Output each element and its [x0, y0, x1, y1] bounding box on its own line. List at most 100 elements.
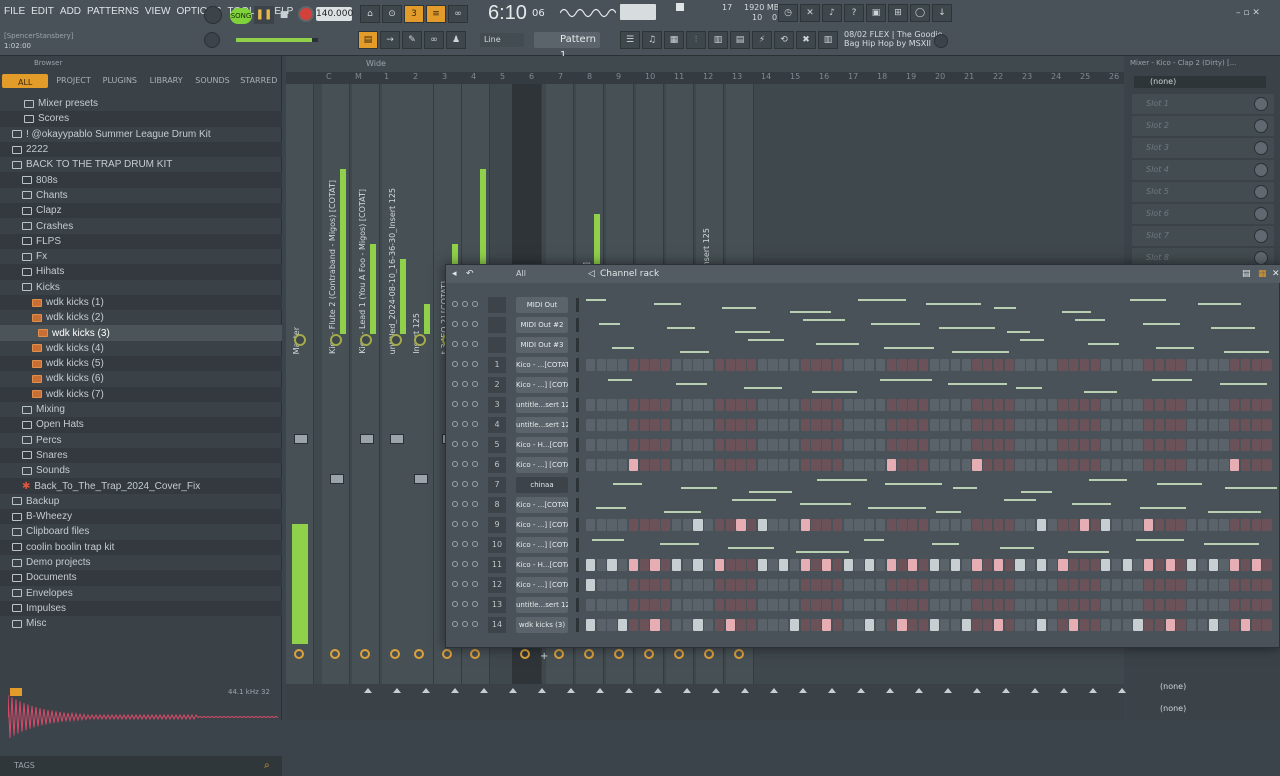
menu-view[interactable]: VIEW: [145, 6, 171, 17]
step-button[interactable]: [1154, 519, 1165, 531]
step-button[interactable]: [1122, 459, 1132, 471]
mute-led-icon[interactable]: [452, 441, 458, 447]
step-button[interactable]: [1026, 599, 1036, 611]
step-button[interactable]: [1004, 359, 1014, 371]
volume-knob-icon[interactable]: [472, 621, 478, 627]
slot-mix-knob[interactable]: [1254, 163, 1268, 177]
step-button[interactable]: [983, 599, 993, 611]
step-button[interactable]: [983, 419, 993, 431]
step-button[interactable]: [908, 619, 918, 631]
step-button[interactable]: [993, 399, 1004, 411]
step-button[interactable]: [1165, 559, 1175, 571]
step-button[interactable]: [639, 459, 649, 471]
step-button[interactable]: [908, 419, 918, 431]
back-icon[interactable]: ◂: [452, 265, 457, 283]
step-button[interactable]: [929, 519, 939, 531]
step-button[interactable]: [628, 399, 639, 411]
route-knob[interactable]: [330, 649, 340, 659]
browser-item[interactable]: Fx: [0, 249, 282, 264]
step-button[interactable]: [832, 419, 843, 431]
step-button[interactable]: [908, 439, 918, 451]
step-button[interactable]: [1251, 559, 1261, 571]
step-button[interactable]: [1079, 399, 1090, 411]
browser-item[interactable]: ✱ Back_To_The_Trap_2024_Cover_Fix: [0, 478, 282, 494]
step-button[interactable]: [950, 599, 961, 611]
slot-mix-knob[interactable]: [1254, 97, 1268, 111]
step-button[interactable]: [1133, 439, 1143, 451]
step-button[interactable]: [843, 599, 853, 611]
volume-knob-icon[interactable]: [472, 581, 478, 587]
mixer-track-number[interactable]: 7: [488, 477, 506, 493]
step-button[interactable]: [1122, 619, 1132, 631]
step-button[interactable]: [1219, 399, 1229, 411]
step-button[interactable]: [865, 619, 875, 631]
step-button[interactable]: [639, 359, 649, 371]
step-button[interactable]: [586, 459, 596, 471]
step-button[interactable]: [661, 399, 671, 411]
step-button[interactable]: [1069, 399, 1079, 411]
step-button[interactable]: [1047, 619, 1057, 631]
step-button[interactable]: [918, 579, 928, 591]
step-button[interactable]: [1004, 559, 1014, 571]
step-button[interactable]: [586, 559, 596, 571]
step-button[interactable]: [1154, 419, 1165, 431]
step-button[interactable]: [1176, 359, 1186, 371]
step-button[interactable]: [671, 439, 682, 451]
slot-mix-knob[interactable]: [1254, 207, 1268, 221]
step-button[interactable]: [714, 399, 725, 411]
step-button[interactable]: [875, 359, 886, 371]
step-button[interactable]: [1197, 359, 1208, 371]
step-button[interactable]: [650, 579, 660, 591]
step-button[interactable]: [1230, 599, 1240, 611]
step-button[interactable]: [1090, 439, 1100, 451]
step-button[interactable]: [1101, 359, 1111, 371]
step-button[interactable]: [725, 439, 735, 451]
step-button[interactable]: [736, 399, 746, 411]
volume-knob-icon[interactable]: [472, 561, 478, 567]
step-button[interactable]: [1058, 359, 1068, 371]
step-button[interactable]: [800, 419, 810, 431]
step-button[interactable]: [1219, 619, 1229, 631]
step-button[interactable]: [747, 599, 757, 611]
step-button[interactable]: [832, 359, 843, 371]
step-button[interactable]: [1230, 559, 1240, 571]
route-knob[interactable]: [470, 649, 480, 659]
browser-item[interactable]: Kicks: [0, 280, 282, 295]
step-button[interactable]: [714, 519, 725, 531]
step-button[interactable]: [1133, 419, 1143, 431]
browser-item[interactable]: B-Wheezy: [0, 509, 282, 525]
step-button[interactable]: [832, 579, 843, 591]
step-button[interactable]: [596, 419, 606, 431]
step-button[interactable]: [1036, 439, 1047, 451]
step-button[interactable]: [950, 459, 961, 471]
step-button[interactable]: [908, 399, 918, 411]
countdown-icon[interactable]: 3: [404, 5, 424, 23]
pan-knob-icon[interactable]: [462, 461, 468, 467]
step-button[interactable]: [693, 619, 703, 631]
step-button[interactable]: [736, 459, 746, 471]
step-button[interactable]: [586, 359, 596, 371]
channel-select-indicator[interactable]: [576, 518, 579, 532]
step-button[interactable]: [682, 399, 692, 411]
step-button[interactable]: [1262, 439, 1272, 451]
step-button[interactable]: [1079, 559, 1090, 571]
step-button[interactable]: [832, 519, 843, 531]
step-button[interactable]: [972, 619, 982, 631]
step-button[interactable]: [725, 459, 735, 471]
step-button[interactable]: [714, 579, 725, 591]
step-button[interactable]: [714, 459, 725, 471]
step-button[interactable]: [875, 459, 886, 471]
step-button[interactable]: [1069, 519, 1079, 531]
browser-item[interactable]: wdk kicks (1): [0, 294, 282, 311]
effect-slot[interactable]: Slot 3: [1132, 138, 1274, 158]
browser-item[interactable]: Hihats: [0, 264, 282, 280]
step-button[interactable]: [1144, 559, 1154, 571]
step-button[interactable]: [1069, 599, 1079, 611]
step-button[interactable]: [908, 459, 918, 471]
playlist-icon[interactable]: ☰: [620, 31, 640, 49]
send-arrow-icon[interactable]: [1089, 688, 1097, 693]
channel-name-button[interactable]: untitle...sert 125: [516, 397, 568, 413]
step-button[interactable]: [779, 599, 789, 611]
step-button[interactable]: [607, 359, 617, 371]
effect-slot[interactable]: Slot 5: [1132, 182, 1274, 202]
